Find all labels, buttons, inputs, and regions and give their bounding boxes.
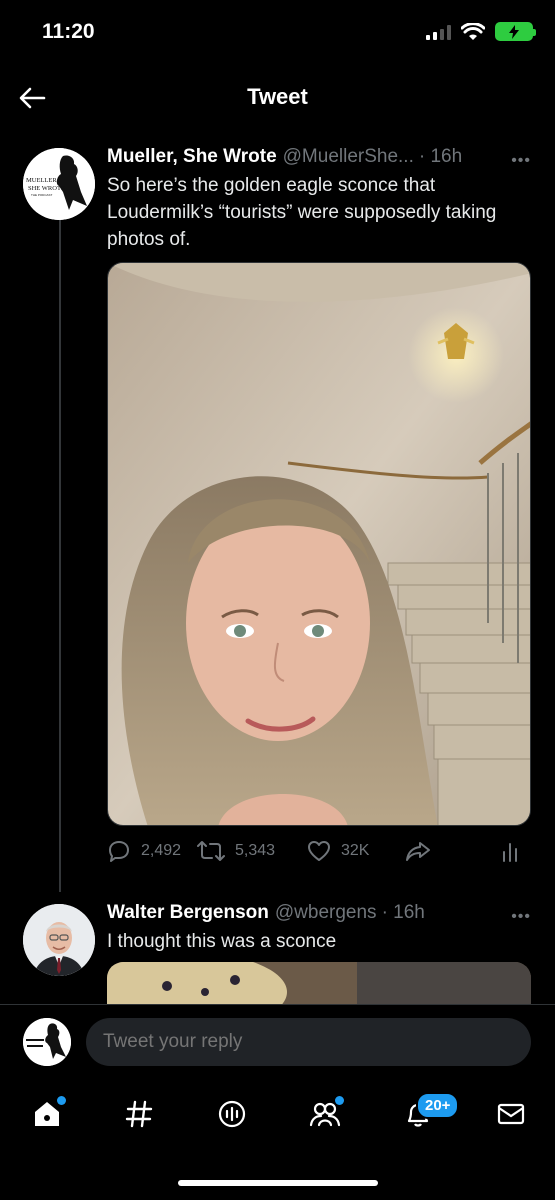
retweet-button[interactable]: 5,343 xyxy=(197,840,275,862)
signal-icon xyxy=(426,24,451,40)
reply-input[interactable] xyxy=(86,1018,531,1066)
retweet-count: 5,343 xyxy=(235,842,276,859)
tab-explore[interactable] xyxy=(119,1094,159,1134)
home-indicator xyxy=(178,1180,378,1186)
avatar-logo-line3: THE PODCAST xyxy=(31,193,53,197)
analytics-button[interactable] xyxy=(501,840,519,862)
heart-icon xyxy=(308,841,330,861)
status-icons xyxy=(426,22,536,41)
battery-icon xyxy=(495,22,536,41)
header: Tweet xyxy=(0,72,555,126)
user-avatar[interactable] xyxy=(23,1018,71,1066)
timestamp: · 16h xyxy=(418,146,463,167)
display-name[interactable]: Walter Bergenson xyxy=(107,902,269,924)
tab-spaces[interactable] xyxy=(212,1094,252,1134)
share-icon xyxy=(406,842,430,861)
like-button[interactable]: 32K xyxy=(307,840,369,862)
wifi-icon xyxy=(461,22,485,40)
tweet-actions: 2,492 5,343 32K xyxy=(107,836,531,866)
tab-bar: 20+ xyxy=(0,1076,555,1200)
handle[interactable]: @wbergens xyxy=(275,902,377,924)
tweet-header: Mueller, She Wrote @MuellerShe... · 16h xyxy=(107,146,531,168)
avatar-logo-line1: MUELLER, xyxy=(26,177,59,184)
tweet-body: Mueller, She Wrote @MuellerShe... · 16h … xyxy=(107,146,531,253)
reply-count: 2,492 xyxy=(141,842,182,859)
mail-icon xyxy=(497,1103,525,1125)
notifications-badge: 20+ xyxy=(416,1092,460,1119)
tab-home[interactable] xyxy=(27,1094,67,1134)
timestamp: · 16h xyxy=(381,902,425,923)
reply-bar xyxy=(0,1004,555,1076)
hashtag-icon xyxy=(125,1100,153,1128)
tab-communities[interactable] xyxy=(305,1094,345,1134)
communities-notification-dot xyxy=(335,1096,344,1105)
retweet-icon xyxy=(197,841,225,861)
display-name[interactable]: Mueller, She Wrote xyxy=(107,146,277,168)
share-button[interactable] xyxy=(405,840,431,862)
analytics-icon xyxy=(503,843,517,862)
status-bar: 11:20 xyxy=(0,0,555,64)
spaces-icon xyxy=(218,1100,246,1128)
tweet-header: Walter Bergenson @wbergens · 16h xyxy=(107,902,531,924)
tweet-text: I thought this was a sconce xyxy=(107,931,337,952)
home-notification-dot xyxy=(57,1096,66,1105)
avatar[interactable]: MUELLER, SHE WROTE THE PODCAST xyxy=(23,148,95,220)
more-options-icon[interactable]: ••• xyxy=(511,908,531,926)
tweet-photo[interactable] xyxy=(107,262,531,826)
tweet-text: So here’s the golden eagle sconce that L… xyxy=(107,175,497,250)
reply-button[interactable]: 2,492 xyxy=(107,840,181,862)
page-title: Tweet xyxy=(247,84,308,109)
tab-messages[interactable] xyxy=(491,1094,531,1134)
thread-line xyxy=(59,212,61,892)
status-time: 11:20 xyxy=(42,20,95,43)
avatar-logo-line2: SHE WROTE xyxy=(28,185,65,192)
like-count: 32K xyxy=(341,842,370,859)
handle[interactable]: @MuellerShe... xyxy=(283,146,414,168)
reply-icon xyxy=(109,841,129,862)
more-options-icon[interactable]: ••• xyxy=(511,152,531,170)
avatar[interactable] xyxy=(23,904,95,976)
tweet-body: Walter Bergenson @wbergens · 16h ••• I t… xyxy=(107,902,531,955)
